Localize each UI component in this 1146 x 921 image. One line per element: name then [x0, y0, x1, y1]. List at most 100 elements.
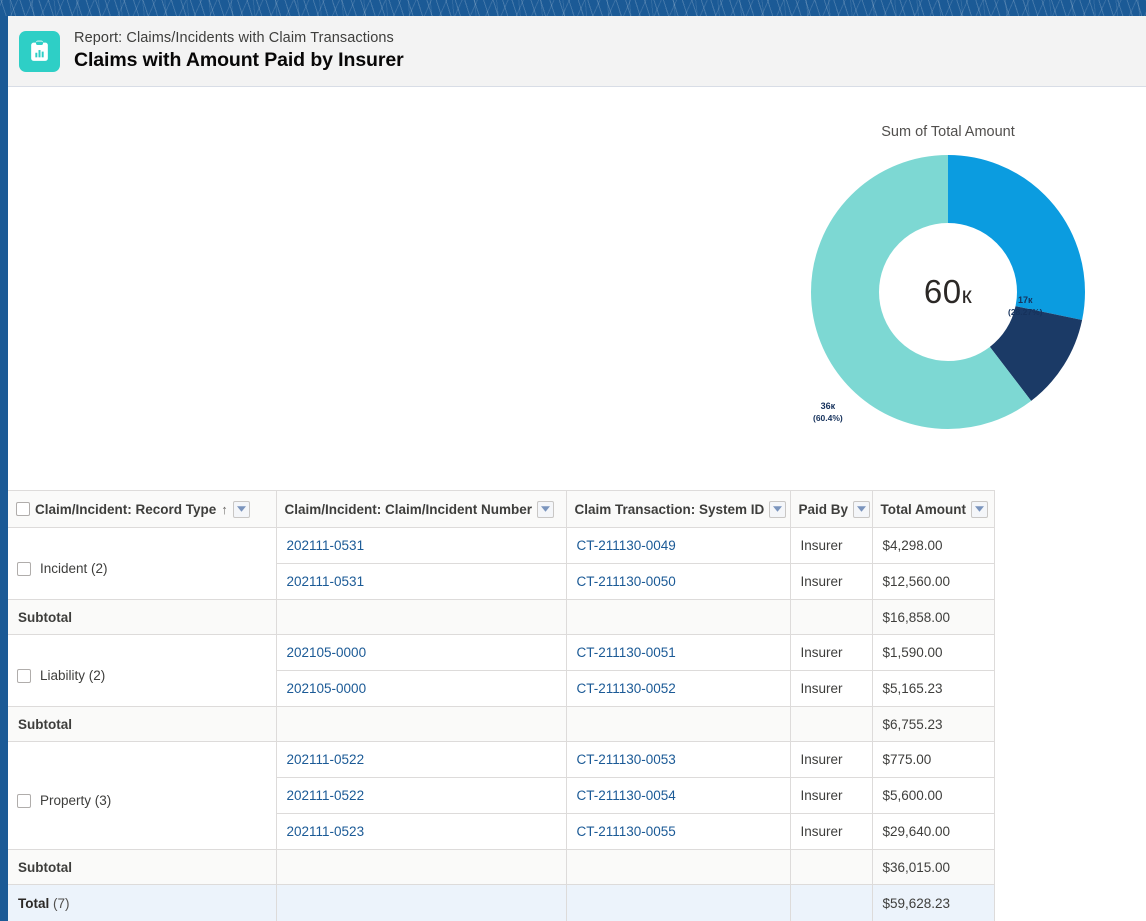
- banner-pattern: [0, 0, 1146, 16]
- subtotal-amount: $6,755.23: [872, 706, 995, 742]
- system-id-link[interactable]: CT-211130-0055: [577, 824, 676, 839]
- claim-number-link[interactable]: 202111-0531: [287, 574, 365, 589]
- table-header-row: Claim/Incident: Record Type ↑ Claim/Inci…: [8, 490, 995, 528]
- cell-paid-by: Insurer: [790, 563, 873, 600]
- slice-label-incident: 17к (28.27%): [1008, 295, 1043, 317]
- chart-pane: Sum of Total Amount 60к 17к (28.27%) 6.8…: [8, 88, 1146, 542]
- chevron-down-icon[interactable]: [232, 500, 250, 518]
- group-label: Incident (2): [40, 561, 108, 576]
- subtotal-spacer: [790, 849, 873, 885]
- cell-paid-by: Insurer: [790, 634, 873, 671]
- subtotal-spacer: [276, 706, 567, 742]
- grand-total-spacer: [566, 884, 791, 921]
- sort-ascending-icon[interactable]: ↑: [221, 502, 228, 517]
- system-id-link[interactable]: CT-211130-0052: [577, 681, 676, 696]
- group-select-checkbox[interactable]: [17, 561, 31, 576]
- subtotal-amount: $16,858.00: [872, 599, 995, 635]
- group-select-checkbox[interactable]: [17, 793, 31, 808]
- grand-total-spacer: [790, 884, 873, 921]
- cell-claim-number: 202111-0522: [276, 741, 567, 778]
- slice-label-property: 36к (60.4%): [813, 401, 843, 423]
- report-table: Claim/Incident: Record Type ↑ Claim/Inci…: [8, 490, 995, 921]
- column-header-total-amount[interactable]: Total Amount: [872, 490, 995, 528]
- table-row: Incident (2) 202111-0531 CT-211130-0049 …: [8, 527, 995, 600]
- system-id-link[interactable]: CT-211130-0050: [577, 574, 676, 589]
- table-row: Property (3) 202111-0522 CT-211130-0053 …: [8, 741, 995, 850]
- claim-number-link[interactable]: 202111-0522: [287, 788, 365, 803]
- subtotal-row: Subtotal $16,858.00: [8, 599, 995, 635]
- header-text-block: Report: Claims/Incidents with Claim Tran…: [74, 29, 404, 73]
- cell-system-id: CT-211130-0052: [566, 670, 791, 707]
- group-cell-property: Property (3): [8, 741, 277, 850]
- cell-total-amount: $775.00: [872, 741, 995, 778]
- claim-number-link[interactable]: 202111-0531: [287, 538, 365, 553]
- cell-total-amount: $5,600.00: [872, 777, 995, 814]
- cell-system-id: CT-211130-0055: [566, 813, 791, 850]
- subtotal-amount: $36,015.00: [872, 849, 995, 885]
- cell-paid-by: Insurer: [790, 741, 873, 778]
- grand-total-count: (7): [53, 896, 70, 911]
- cell-paid-by: Insurer: [790, 670, 873, 707]
- chevron-down-icon[interactable]: [970, 500, 988, 518]
- cell-claim-number: 202105-0000: [276, 670, 567, 707]
- subtotal-spacer: [276, 599, 567, 635]
- chevron-down-icon[interactable]: [537, 500, 555, 518]
- subtotal-spacer: [790, 706, 873, 742]
- report-header: Report: Claims/Incidents with Claim Tran…: [8, 16, 1146, 87]
- group-label: Liability (2): [40, 668, 106, 683]
- table-row: Liability (2) 202105-0000 CT-211130-0051…: [8, 634, 995, 707]
- subtotal-label: Subtotal: [8, 599, 277, 635]
- chart-title: Sum of Total Amount: [881, 124, 1015, 140]
- cell-claim-number: 202111-0523: [276, 813, 567, 850]
- cell-total-amount: $1,590.00: [872, 634, 995, 671]
- chevron-down-icon[interactable]: [853, 500, 871, 518]
- group-cell-incident: Incident (2): [8, 527, 277, 600]
- claim-number-link[interactable]: 202105-0000: [287, 681, 367, 696]
- cell-total-amount: $12,560.00: [872, 563, 995, 600]
- decorative-top-banner: [0, 0, 1146, 16]
- chevron-down-icon[interactable]: [769, 500, 787, 518]
- subtotal-spacer: [790, 599, 873, 635]
- column-header-paid-by[interactable]: Paid By: [790, 490, 873, 528]
- group-label: Property (3): [40, 793, 112, 808]
- column-header-claim-number[interactable]: Claim/Incident: Claim/Incident Number: [276, 490, 567, 528]
- system-id-link[interactable]: CT-211130-0051: [577, 645, 676, 660]
- system-id-link[interactable]: CT-211130-0049: [577, 538, 676, 553]
- subtotal-spacer: [276, 849, 567, 885]
- grand-total-label: Total (7): [8, 884, 277, 921]
- cell-system-id: CT-211130-0049: [566, 527, 791, 564]
- cell-total-amount: $5,165.23: [872, 670, 995, 707]
- subtotal-spacer: [566, 599, 791, 635]
- grand-total-amount: $59,628.23: [872, 884, 995, 921]
- cell-paid-by: Insurer: [790, 527, 873, 564]
- grand-total-row: Total (7) $59,628.23: [8, 884, 995, 921]
- subtotal-row: Subtotal $6,755.23: [8, 706, 995, 742]
- donut-chart[interactable]: 60к: [806, 150, 1090, 434]
- report-clipboard-icon: [19, 30, 60, 72]
- cell-system-id: CT-211130-0054: [566, 777, 791, 814]
- left-edge-strip: [0, 16, 8, 921]
- system-id-link[interactable]: CT-211130-0054: [577, 788, 676, 803]
- system-id-link[interactable]: CT-211130-0053: [577, 752, 676, 767]
- claim-number-link[interactable]: 202111-0522: [287, 752, 365, 767]
- column-header-label: Total Amount: [880, 501, 966, 517]
- claim-number-link[interactable]: 202105-0000: [287, 645, 367, 660]
- group-select-checkbox[interactable]: [17, 668, 31, 683]
- column-header-label: Claim/Incident: Record Type: [35, 501, 217, 517]
- cell-total-amount: $4,298.00: [872, 527, 995, 564]
- slice-label-liability: 6.8к (11.33%): [1016, 429, 1051, 451]
- column-header-system-id[interactable]: Claim Transaction: System ID: [566, 490, 791, 528]
- grand-total-spacer: [276, 884, 567, 921]
- subtotal-label: Subtotal: [8, 706, 277, 742]
- select-all-checkbox[interactable]: [16, 502, 30, 516]
- cell-total-amount: $29,640.00: [872, 813, 995, 850]
- column-header-label: Claim/Incident: Claim/Incident Number: [284, 501, 533, 517]
- column-header-label: Paid By: [798, 501, 849, 517]
- cell-paid-by: Insurer: [790, 813, 873, 850]
- subtotal-row: Subtotal $36,015.00: [8, 849, 995, 885]
- cell-system-id: CT-211130-0050: [566, 563, 791, 600]
- claim-number-link[interactable]: 202111-0523: [287, 824, 365, 839]
- column-header-record-type[interactable]: Claim/Incident: Record Type ↑: [8, 490, 277, 528]
- group-cell-liability: Liability (2): [8, 634, 277, 707]
- cell-claim-number: 202111-0531: [276, 527, 567, 564]
